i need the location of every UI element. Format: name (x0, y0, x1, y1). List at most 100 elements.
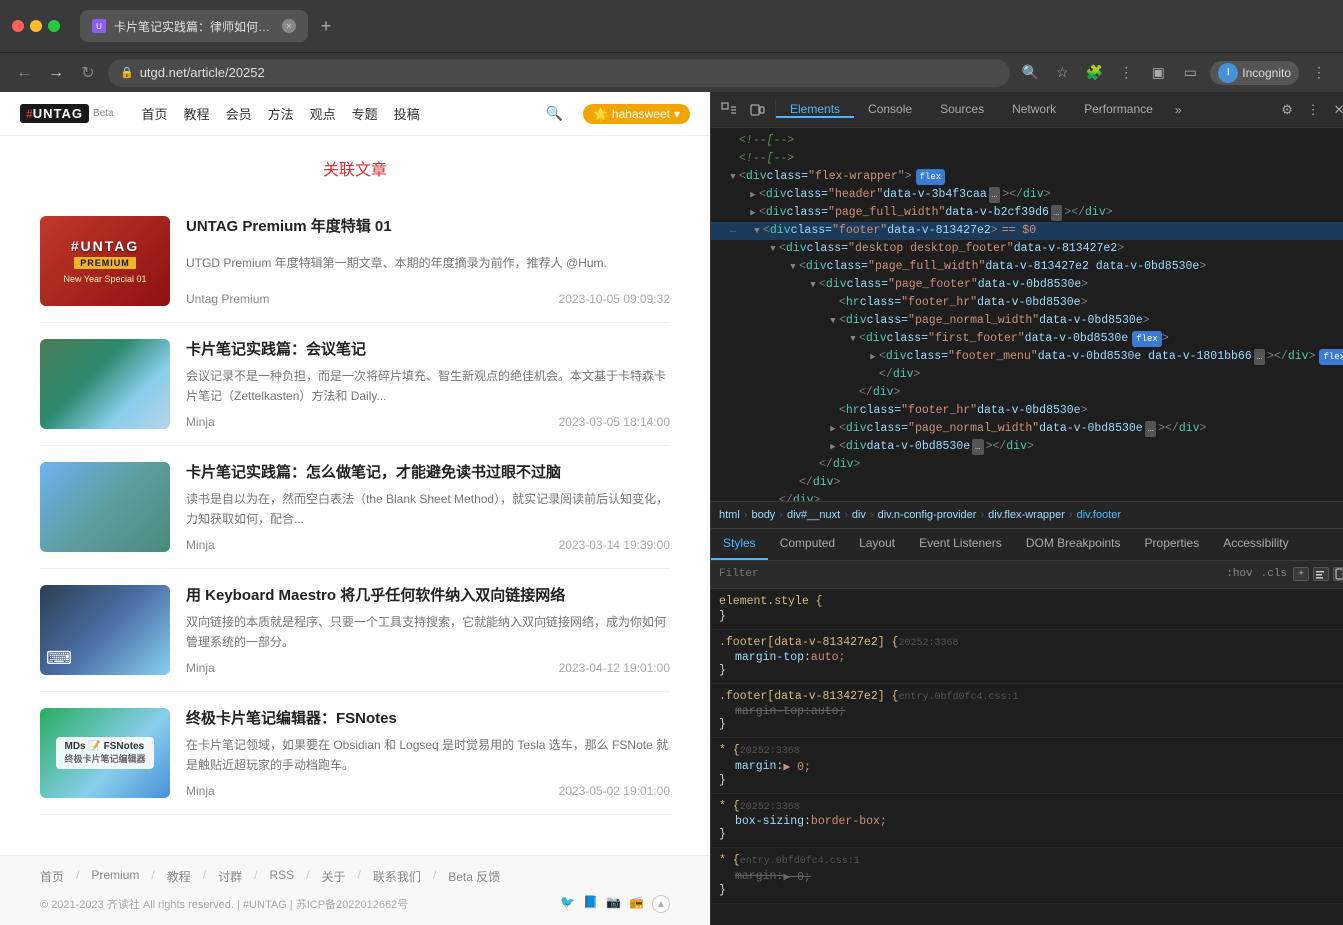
dom-line[interactable]: ▼ <div class="first_footer" data-v-0bd85… (711, 330, 1343, 348)
tab-properties[interactable]: Properties (1133, 529, 1212, 560)
dom-line[interactable]: <hr class="footer_hr" data-v-0bd8530e > (711, 294, 1343, 312)
site-search-icon[interactable]: 🔍 (546, 105, 563, 122)
nav-member[interactable]: 会员 (226, 104, 252, 123)
list-item[interactable]: #UNTAG PREMIUM New Year Special 01 UNTAG… (40, 200, 670, 323)
nav-submit[interactable]: 投稿 (394, 104, 420, 123)
nav-method[interactable]: 方法 (268, 104, 294, 123)
dom-tree[interactable]: <!--[--> <!--[--> ▼ <div class="flex-wra… (711, 128, 1343, 501)
devtools-close-icon[interactable]: ✕ (1329, 100, 1343, 120)
css-source-link[interactable]: entry.0bfd0fc4.css:1 (898, 692, 1018, 703)
tab-dom-breakpoints[interactable]: DOM Breakpoints (1014, 529, 1133, 560)
new-tab-button[interactable]: + (312, 12, 340, 40)
nav-special[interactable]: 专题 (352, 104, 378, 123)
device-toolbar-icon[interactable] (747, 100, 767, 120)
reload-button[interactable]: ↻ (76, 61, 100, 85)
dom-line[interactable]: ▶ <div class="page_full_width" data-v-b2… (711, 204, 1343, 222)
nav-tutorial[interactable]: 教程 (184, 104, 210, 123)
tab-sources[interactable]: Sources (926, 102, 998, 118)
breadcrumb-item[interactable]: div#__nuxt (787, 509, 840, 521)
profile-button[interactable]: I Incognito (1210, 61, 1299, 85)
nav-opinion[interactable]: 观点 (310, 104, 336, 123)
breadcrumb-item[interactable]: html (719, 509, 740, 521)
dom-line[interactable]: </div> (711, 492, 1343, 501)
footer-link[interactable]: 联系我们 (373, 868, 421, 885)
close-button[interactable] (12, 20, 24, 32)
footer-link[interactable]: 讨群 (218, 868, 242, 885)
devtools-dock-icon[interactable]: ▣ (1146, 61, 1170, 85)
back-button[interactable]: ← (12, 61, 36, 85)
dom-line[interactable]: ▼ <div class="page_full_width" data-v-81… (711, 258, 1343, 276)
list-item[interactable]: MDs 📝 FSNotes终极卡片笔记编辑器 终极卡片笔记编辑器：FSNotes… (40, 692, 670, 815)
dom-line[interactable]: ▼ <div class="page_footer" data-v-0bd853… (711, 276, 1343, 294)
user-button[interactable]: 🌟 hahasweet ▾ (583, 104, 690, 124)
social-facebook-icon[interactable]: 📘 (583, 895, 598, 913)
dom-line[interactable]: ▶ <div class="page_normal_width" data-v-… (711, 420, 1343, 438)
filter-input[interactable] (719, 568, 1218, 580)
chrome-menu-icon[interactable]: ⋮ (1307, 61, 1331, 85)
list-item[interactable]: 卡片笔记实践篇：会议笔记 会议记录不是一种负担，而是一次将碎片填充、智生新观点的… (40, 323, 670, 446)
screen-icon[interactable]: ▭ (1178, 61, 1202, 85)
css-source-link[interactable]: 20252:3368 (740, 802, 800, 813)
nav-home[interactable]: 首页 (142, 104, 168, 123)
cls-filter-button[interactable]: .cls (1259, 568, 1289, 580)
tab-computed[interactable]: Computed (768, 529, 847, 560)
list-item[interactable]: 卡片笔记实践篇：怎么做笔记，才能避免读书过眼不过脑 读书是自以为在，然而空白表法… (40, 446, 670, 569)
dom-line-selected[interactable]: … ▼ <div class="footer" data-v-813427e2 … (711, 222, 1343, 240)
more-tabs-button[interactable]: » (1167, 102, 1190, 118)
footer-link[interactable]: 首页 (40, 868, 64, 885)
dom-line[interactable]: </div> (711, 366, 1343, 384)
dom-line[interactable]: ▼ <div class="flex-wrapper" > flex (711, 168, 1343, 186)
list-item[interactable]: ⌨ 用 Keyboard Maestro 将几乎任何软件纳入双向链接网络 双向链… (40, 569, 670, 692)
tab-console[interactable]: Console (854, 102, 926, 118)
social-twitter-icon[interactable]: 🐦 (560, 895, 575, 913)
browser-tab[interactable]: U 卡片笔记实践篇：律师如何管理… ✕ (80, 10, 308, 42)
dom-line[interactable]: ▼ <div class="page_normal_width" data-v-… (711, 312, 1343, 330)
breadcrumb-item-active[interactable]: div.footer (1077, 509, 1121, 521)
dom-line[interactable]: ▶ <div class="footer_menu" data-v-0bd853… (711, 348, 1343, 366)
dom-line[interactable]: </div> (711, 456, 1343, 474)
dom-line[interactable]: ▶ <div data-v-0bd8530e … ></div> (711, 438, 1343, 456)
dom-line[interactable]: <hr class="footer_hr" data-v-0bd8530e > (711, 402, 1343, 420)
social-instagram-icon[interactable]: 📷 (606, 895, 621, 913)
toggle-sidebar-button[interactable] (1333, 567, 1343, 581)
footer-link[interactable]: Premium (91, 868, 139, 885)
dom-line[interactable]: </div> (711, 474, 1343, 492)
minimize-button[interactable] (30, 20, 42, 32)
dom-line[interactable]: <!--[--> (711, 150, 1343, 168)
tab-event-listeners[interactable]: Event Listeners (907, 529, 1014, 560)
footer-link[interactable]: RSS (269, 868, 294, 885)
devtools-more-icon[interactable]: ⋮ (1303, 100, 1323, 120)
footer-link[interactable]: Beta 反馈 (448, 868, 500, 885)
breadcrumb-item[interactable]: div.flex-wrapper (988, 509, 1065, 521)
css-source-link[interactable]: 20252:3368 (898, 638, 958, 649)
tab-layout[interactable]: Layout (847, 529, 907, 560)
new-rule-button[interactable] (1313, 567, 1329, 581)
pseudo-filter-button[interactable]: :hov (1224, 568, 1254, 580)
search-icon[interactable]: 🔍 (1018, 61, 1042, 85)
forward-button[interactable]: → (44, 61, 68, 85)
extensions-icon[interactable]: 🧩 (1082, 61, 1106, 85)
settings-icon[interactable]: ⚙ (1277, 100, 1297, 120)
tab-close-button[interactable]: ✕ (282, 19, 296, 33)
css-source-link[interactable]: 20252:3368 (740, 746, 800, 757)
dom-line[interactable]: <!--[--> (711, 132, 1343, 150)
inspect-element-icon[interactable] (719, 100, 739, 120)
more-icon[interactable]: ⋮ (1114, 61, 1138, 85)
maximize-button[interactable] (48, 20, 60, 32)
tab-accessibility[interactable]: Accessibility (1211, 529, 1300, 560)
css-source-link[interactable]: entry.0bfd0fc4.css:1 (740, 856, 860, 867)
footer-link[interactable]: 关于 (321, 868, 345, 885)
dom-line[interactable]: </div> (711, 384, 1343, 402)
dom-line[interactable]: ▼ <div class="desktop desktop_footer" da… (711, 240, 1343, 258)
tab-styles[interactable]: Styles (711, 529, 768, 560)
breadcrumb-item[interactable]: div.n-config-provider (878, 509, 977, 521)
breadcrumb-item[interactable]: body (751, 509, 775, 521)
tab-elements[interactable]: Elements (776, 102, 854, 118)
star-icon[interactable]: ☆ (1050, 61, 1074, 85)
tab-network[interactable]: Network (998, 102, 1070, 118)
breadcrumb-item[interactable]: div (852, 509, 866, 521)
address-box[interactable]: 🔒 utgd.net/article/20252 (108, 59, 1010, 87)
scroll-top-icon[interactable]: ▲ (652, 895, 670, 913)
social-rss-icon[interactable]: 📻 (629, 895, 644, 913)
tab-performance[interactable]: Performance (1070, 102, 1167, 118)
